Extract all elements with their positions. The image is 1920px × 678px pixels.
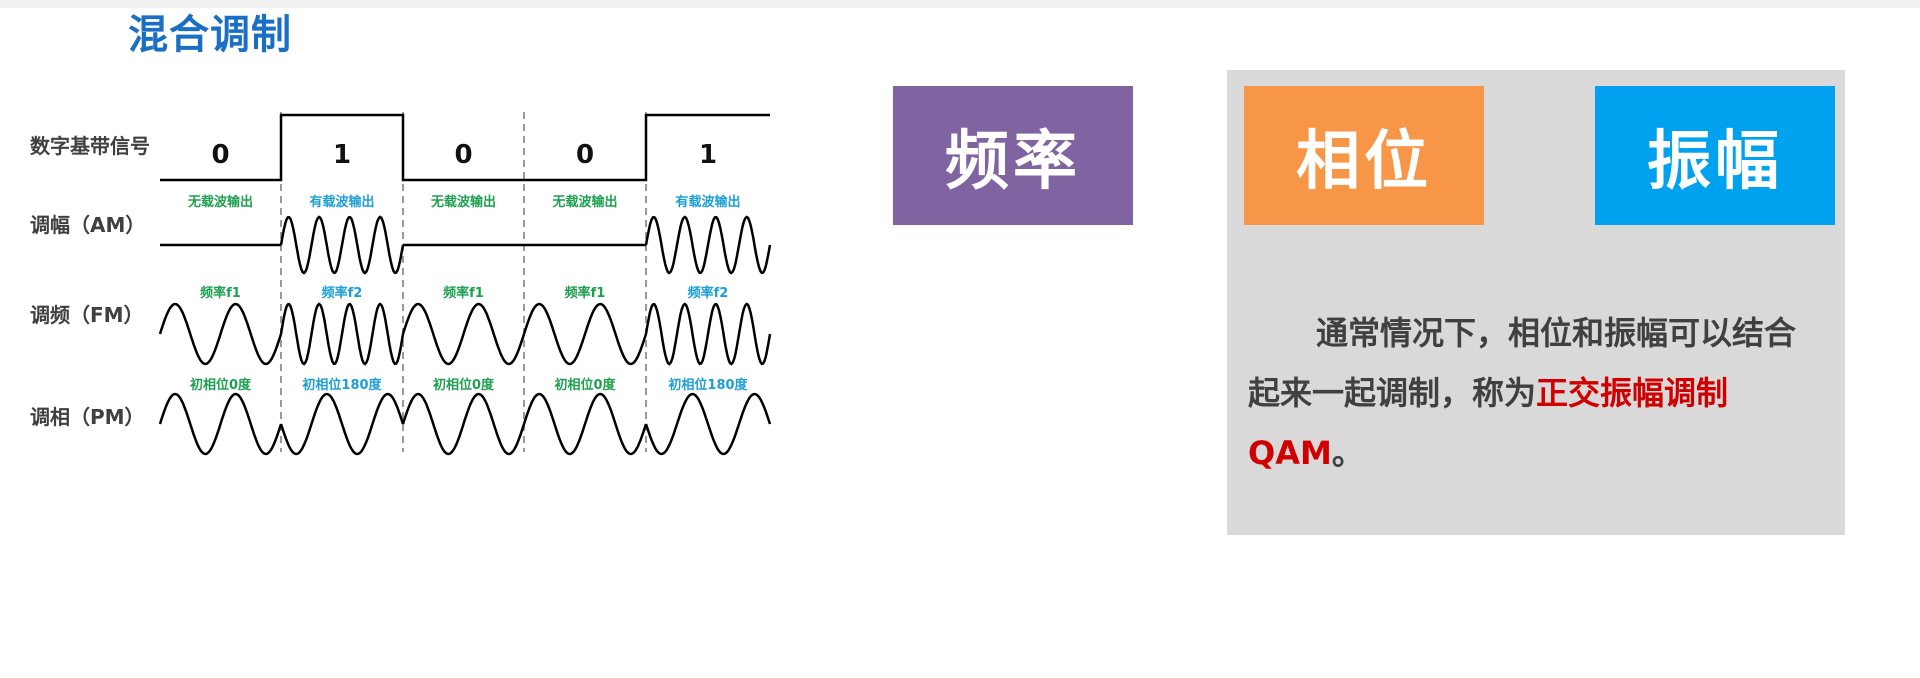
row-label-pm: 调相（PM） [30, 405, 145, 429]
description-part2: 。 [1331, 434, 1364, 472]
am-segment-label: 有载波输出 [309, 194, 374, 210]
fm-wave [158, 302, 772, 366]
fm-wave-segment [522, 302, 648, 366]
pm-segment-label: 初相位0度 [433, 377, 495, 393]
segment-labels: 无载波输出 有载波输出 无载波输出 无载波输出 有载波输出频率f1 频率f2 频率f1 频率f… [187, 194, 749, 393]
pm-wave [158, 392, 772, 456]
row-labels: 数字基带信号调幅（AM） 调频（FM） 调相（PM） [30, 134, 150, 429]
fm-wave-segment [158, 302, 283, 366]
am-segment-label: 无载波输出 [551, 194, 617, 210]
fm-wave-segment [644, 302, 772, 366]
am-carrier-segment [644, 215, 772, 275]
row-label-fm: 调频（FM） [30, 303, 144, 327]
fm-segment-label: 频率f1 [200, 285, 241, 301]
fm-segment-label: 频率f1 [565, 285, 606, 301]
bit-labels: 0 1 0 0 1 [211, 140, 717, 170]
fm-segment-label: 频率f1 [443, 285, 484, 301]
am-wave [160, 215, 772, 275]
fm-segment-label: 频率f2 [322, 285, 363, 301]
pm-wave-segment [279, 392, 405, 456]
modulation-diagram: 数字基带信号调幅（AM） 调频（FM） 调相（PM） 0 1 0 0 1 无载波输出 有载波输… [30, 112, 772, 456]
am-segment-label: 有载波输出 [675, 194, 740, 210]
fm-wave-segment [401, 302, 526, 366]
am-segment-label: 无载波输出 [430, 194, 496, 210]
am-segment-label: 无载波输出 [187, 194, 253, 210]
bit-value: 0 [576, 140, 594, 170]
pm-segment-label: 初相位0度 [190, 377, 252, 393]
pm-wave-segment [644, 392, 772, 456]
fm-segment-label: 频率f2 [688, 285, 729, 301]
bit-value: 0 [454, 140, 472, 170]
pm-wave-segment [401, 392, 526, 456]
row-label-digital: 数字基带信号 [30, 134, 150, 158]
amplitude-box: 振幅 [1595, 86, 1835, 225]
pm-wave-segment [158, 392, 283, 456]
bit-value: 1 [699, 140, 717, 170]
bit-value: 0 [211, 140, 229, 170]
pm-segment-label: 初相位180度 [302, 377, 382, 393]
am-carrier-segment [279, 215, 405, 275]
description-text: 通常情况下，相位和振幅可以结合起来一起调制，称为正交振幅调制QAM。 [1248, 303, 1818, 483]
bit-value: 1 [333, 140, 351, 170]
pm-wave-segment [522, 392, 648, 456]
pm-segment-label: 初相位180度 [668, 377, 748, 393]
pm-segment-label: 初相位0度 [554, 377, 616, 393]
phase-box: 相位 [1244, 86, 1484, 225]
fm-wave-segment [279, 302, 405, 366]
row-label-am: 调幅（AM） [30, 213, 145, 237]
frequency-box: 频率 [893, 86, 1133, 225]
